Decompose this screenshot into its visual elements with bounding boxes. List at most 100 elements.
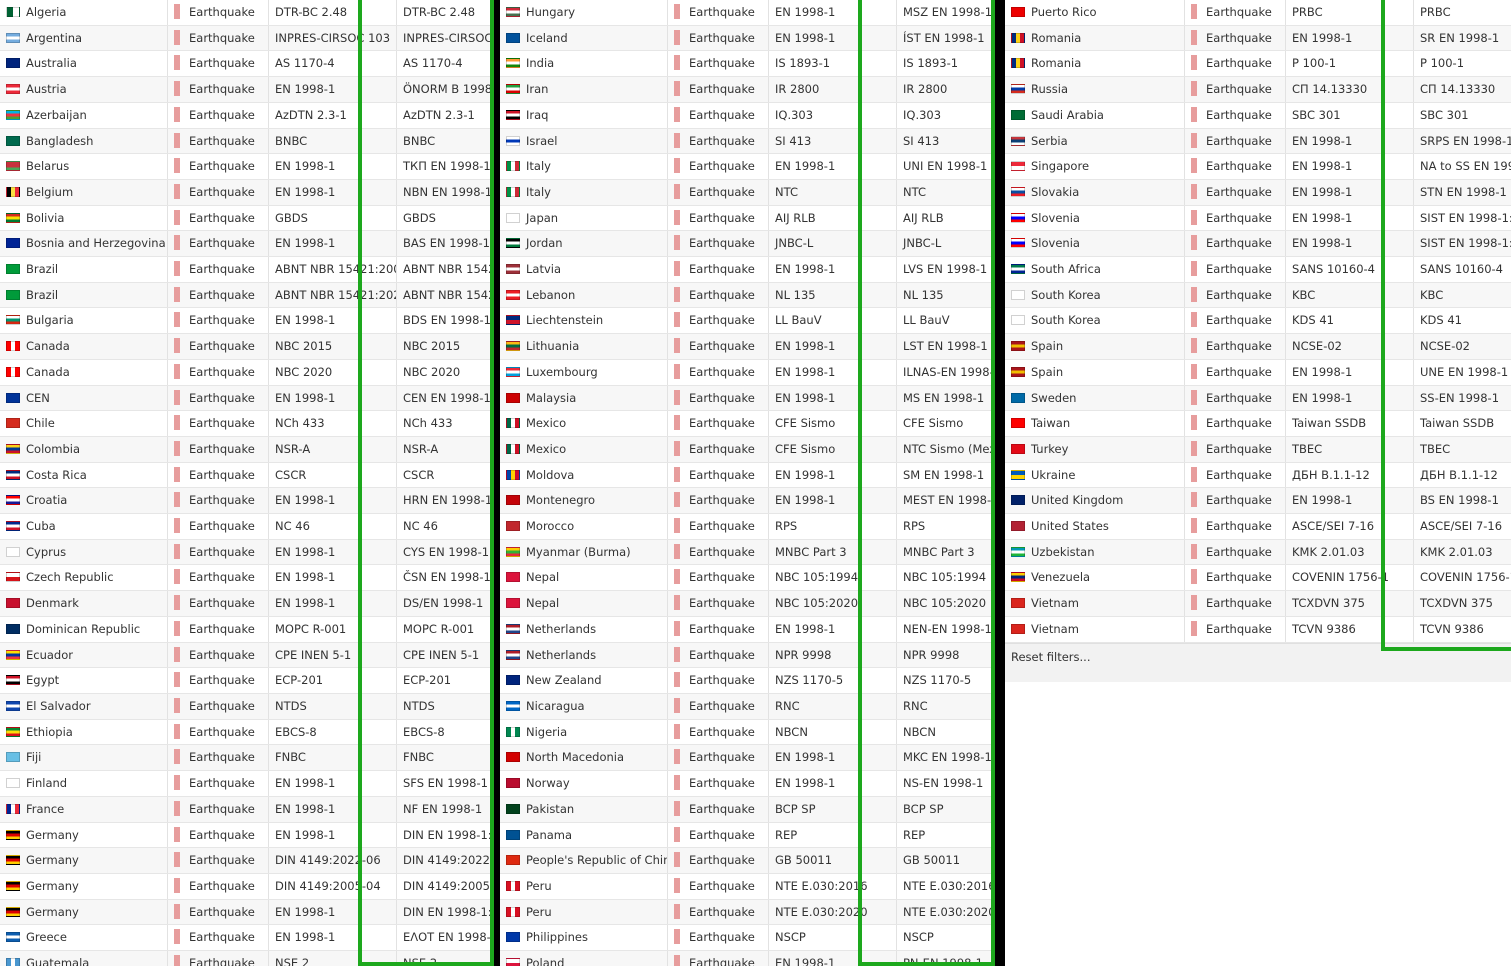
table-row[interactable]: South Africa Earthquake SANS 10160-4 SANS 1… xyxy=(1005,256,1511,283)
table-row[interactable]: Uzbekistan Earthquake KMK 2.01.03 KMK 2.01.… xyxy=(1005,539,1511,566)
table-row[interactable]: Luxembourg Earthquake EN 1998-1 ILNAS-EN 19… xyxy=(500,359,995,386)
table-row[interactable]: Bangladesh Earthquake BNBC BNBC xyxy=(0,128,490,155)
table-row[interactable]: Ukraine Earthquake ДБН В.1.1-12 ДБН В.1.1-1… xyxy=(1005,462,1511,489)
table-row[interactable]: Mexico Earthquake CFE Sismo CFE Sismo xyxy=(500,410,995,437)
table-row[interactable]: Myanmar (Burma) Earthquake MNBC Part 3 MNBC… xyxy=(500,539,995,566)
table-row[interactable]: Vietnam Earthquake TCXDVN 375 TCXDVN 375 xyxy=(1005,590,1511,617)
table-row[interactable]: Slovakia Earthquake EN 1998-1 STN EN 1998-1 xyxy=(1005,179,1511,206)
table-row[interactable]: Germany Earthquake EN 1998-1 DIN EN 1998-1:… xyxy=(0,822,490,849)
table-row[interactable]: North Macedonia Earthquake EN 1998-1 MKC EN… xyxy=(500,744,995,772)
table-row[interactable]: Canada Earthquake NBC 2015 NBC 2015 xyxy=(0,333,490,360)
table-row[interactable]: Pakistan Earthquake BCP SP BCP SP xyxy=(500,796,995,823)
table-row[interactable]: Peru Earthquake NTE E.030:2016 NTE E.030:20… xyxy=(500,873,995,900)
table-row[interactable]: New Zealand Earthquake NZS 1170-5 NZS 1170-… xyxy=(500,667,995,694)
table-row[interactable]: Japan Earthquake AIJ RLB AIJ RLB xyxy=(500,205,995,232)
table-row[interactable]: Romania Earthquake EN 1998-1 SR EN 1998-1 xyxy=(1005,25,1511,52)
table-row[interactable]: Nepal Earthquake NBC 105:1994 NBC 105:1994 xyxy=(500,564,995,592)
table-row[interactable]: Iraq Earthquake IQ.303 IQ.303 xyxy=(500,102,995,129)
table-row[interactable]: Lithuania Earthquake EN 1998-1 LST EN 1998-… xyxy=(500,333,995,360)
table-row[interactable]: CEN Earthquake EN 1998-1 CEN EN 1998-1 xyxy=(0,385,490,412)
table-row[interactable]: Nicaragua Earthquake RNC RNC xyxy=(500,693,995,720)
table-row[interactable]: Jordan Earthquake JNBC-L JNBC-L xyxy=(500,230,995,258)
table-row[interactable]: Finland Earthquake EN 1998-1 SFS EN 1998-1 xyxy=(0,770,490,797)
table-row[interactable]: Colombia Earthquake NSR-A NSR-A xyxy=(0,436,490,463)
table-row[interactable]: India Earthquake IS 1893-1 IS 1893-1 xyxy=(500,50,995,78)
table-row[interactable]: Denmark Earthquake EN 1998-1 DS/EN 1998-1 xyxy=(0,590,490,617)
table-row[interactable]: Austria Earthquake EN 1998-1ÖNORM B 1998-1 xyxy=(0,76,490,103)
table-row[interactable]: Bosnia and Herzegovina Earthquake EN 1998-… xyxy=(0,230,490,258)
table-row[interactable]: Norway Earthquake EN 1998-1 NS-EN 1998-1 xyxy=(500,770,995,797)
table-row[interactable]: Spain Earthquake NCSE-02 NCSE-02 xyxy=(1005,333,1511,360)
table-row[interactable]: Belgium Earthquake EN 1998-1 NBN EN 1998-1 xyxy=(0,179,490,206)
table-row[interactable]: People's Republic of China Earthquake GB 5… xyxy=(500,847,995,874)
table-row[interactable]: Spain Earthquake EN 1998-1 UNE EN 1998-1 xyxy=(1005,359,1511,386)
table-row[interactable]: Cyprus Earthquake EN 1998-1 CYS EN 1998-1 xyxy=(0,539,490,566)
table-row[interactable]: Bolivia Earthquake GBDS GBDS xyxy=(0,205,490,232)
table-row[interactable]: Singapore Earthquake EN 1998-1 NA to SS EN … xyxy=(1005,153,1511,180)
table-row[interactable]: Turkey Earthquake TBEC TBEC xyxy=(1005,436,1511,463)
table-row[interactable]: Romania Earthquake P 100-1 P 100-1 xyxy=(1005,50,1511,78)
table-row[interactable]: Italy Earthquake NTC NTC xyxy=(500,179,995,206)
table-row[interactable]: Israel Earthquake SI 413 SI 413 xyxy=(500,128,995,155)
table-row[interactable]: Nigeria Earthquake NBCN NBCN xyxy=(500,719,995,746)
table-row[interactable]: Malaysia Earthquake EN 1998-1 MS EN 1998-1 xyxy=(500,385,995,412)
table-row[interactable]: El Salvador Earthquake NTDS NTDS xyxy=(0,693,490,720)
table-row[interactable]: Germany Earthquake DIN 4149:2022-06 DIN 414… xyxy=(0,847,490,874)
table-row[interactable]: Nepal Earthquake NBC 105:2020 NBC 105:2020 xyxy=(500,590,995,617)
table-row[interactable]: Iceland Earthquake EN 1998-1 ÍST EN 1998-1 xyxy=(500,25,995,52)
table-row[interactable]: Venezuela Earthquake COVENIN 1756-1 COVENIN… xyxy=(1005,564,1511,592)
table-row[interactable]: Germany Earthquake EN 1998-1 DIN EN 1998-1:… xyxy=(0,899,490,926)
table-row[interactable]: Argentina Earthquake INPRES-CIRSOC 103 INPR… xyxy=(0,25,490,52)
table-row[interactable]: Montenegro Earthquake EN 1998-1 MEST EN 199… xyxy=(500,487,995,515)
table-row[interactable]: Italy Earthquake EN 1998-1 UNI EN 1998-1 xyxy=(500,153,995,180)
table-row[interactable]: Moldova Earthquake EN 1998-1 SM EN 1998-1 xyxy=(500,462,995,489)
table-row[interactable]: Egypt Earthquake ECP-201 ECP-201 xyxy=(0,667,490,694)
table-row[interactable]: Peru Earthquake NTE E.030:2020 NTE E.030:20… xyxy=(500,899,995,926)
table-row[interactable]: Mexico Earthquake CFE SismoNTC Sismo (Mexi… xyxy=(500,436,995,463)
table-row[interactable]: Cuba Earthquake NC 46 NC 46 xyxy=(0,513,490,540)
table-row[interactable]: Saudi Arabia Earthquake SBC 301 SBC 301 xyxy=(1005,102,1511,129)
table-row[interactable]: Liechtenstein Earthquake LL BauV LL BauV xyxy=(500,307,995,335)
table-row[interactable]: Netherlands Earthquake EN 1998-1 NEN-EN 199… xyxy=(500,616,995,643)
table-row[interactable]: Vietnam Earthquake TCVN 9386 TCVN 9386 xyxy=(1005,616,1511,643)
table-row[interactable]: Azerbaijan Earthquake AzDTN 2.3-1 AzDTN 2.3… xyxy=(0,102,490,129)
table-row[interactable]: Germany Earthquake DIN 4149:2005-04 DIN 414… xyxy=(0,873,490,900)
table-row[interactable]: Canada Earthquake NBC 2020 NBC 2020 xyxy=(0,359,490,386)
table-row[interactable]: Philippines Earthquake NSCP NSCP xyxy=(500,924,995,952)
table-row[interactable]: Greece Earthquake EN 1998-1 ΕΛΟΤ EN 1998-1 xyxy=(0,924,490,952)
table-row[interactable]: Sweden Earthquake EN 1998-1 SS-EN 1998-1 xyxy=(1005,385,1511,412)
reset-filters-button[interactable]: Reset filters... xyxy=(1005,642,1511,670)
table-row[interactable]: Latvia Earthquake EN 1998-1 LVS EN 1998-1 xyxy=(500,256,995,283)
table-row[interactable]: Bulgaria Earthquake EN 1998-1 BDS EN 1998-1 xyxy=(0,307,490,335)
table-row[interactable]: Guatemala Earthquake NSE 2 NSE 2 xyxy=(0,950,490,966)
table-row[interactable]: Morocco Earthquake RPS RPS xyxy=(500,513,995,540)
table-row[interactable]: Taiwan Earthquake Taiwan SSDB Taiwan SSDB xyxy=(1005,410,1511,437)
table-row[interactable]: Hungary Earthquake EN 1998-1 MSZ EN 1998-1 xyxy=(500,0,995,26)
table-row[interactable]: Panama Earthquake REP REP xyxy=(500,822,995,849)
table-row[interactable]: Poland Earthquake EN 1998-1 PN-EN 1998-1 xyxy=(500,950,995,966)
table-row[interactable]: Netherlands Earthquake NPR 9998 NPR 9998 xyxy=(500,642,995,669)
table-row[interactable]: France Earthquake EN 1998-1 NF EN 1998-1 xyxy=(0,796,490,823)
table-row[interactable]: United Kingdom Earthquake EN 1998-1 BS EN 1… xyxy=(1005,487,1511,515)
table-row[interactable]: Czech Republic Earthquake EN 1998-1 ČSN EN … xyxy=(0,564,490,592)
table-row[interactable]: Costa Rica Earthquake CSCR CSCR xyxy=(0,462,490,489)
table-row[interactable]: Algeria Earthquake DTR-BC 2.48 DTR-BC 2.48 xyxy=(0,0,490,26)
table-row[interactable]: Fiji Earthquake FNBC FNBC xyxy=(0,744,490,772)
table-row[interactable]: Ethiopia Earthquake EBCS-8 EBCS-8 xyxy=(0,719,490,746)
table-row[interactable]: Slovenia Earthquake EN 1998-1 SIST EN 1998-… xyxy=(1005,205,1511,232)
table-row[interactable]: Belarus Earthquake EN 1998-1 ТКП EN 1998-1 xyxy=(0,153,490,180)
table-row[interactable]: South Korea Earthquake KBC KBC xyxy=(1005,282,1511,309)
table-row[interactable]: Slovenia Earthquake EN 1998-1 SIST EN 1998-… xyxy=(1005,230,1511,258)
table-row[interactable]: Iran Earthquake IR 2800 IR 2800 xyxy=(500,76,995,103)
table-row[interactable]: Chile Earthquake NCh 433 NCh 433 xyxy=(0,410,490,437)
table-row[interactable]: South Korea Earthquake KDS 41 KDS 41 xyxy=(1005,307,1511,335)
table-row[interactable]: Australia Earthquake AS 1170-4 AS 1170-4 xyxy=(0,50,490,78)
table-row[interactable]: Ecuador Earthquake CPE INEN 5-1 CPE INEN 5-… xyxy=(0,642,490,669)
table-row[interactable]: Brazil Earthquake ABNT NBR 15421:2023 ABNT … xyxy=(0,282,490,309)
table-row[interactable]: Puerto Rico Earthquake PRBC PRBC xyxy=(1005,0,1511,26)
table-row[interactable]: Dominican Republic Earthquake MOPC R-001 MO… xyxy=(0,616,490,643)
table-row[interactable]: Serbia Earthquake EN 1998-1 SRPS EN 1998-1 xyxy=(1005,128,1511,155)
table-row[interactable]: Brazil Earthquake ABNT NBR 15421:2006 ABNT … xyxy=(0,256,490,283)
table-row[interactable]: Lebanon Earthquake NL 135 NL 135 xyxy=(500,282,995,309)
table-row[interactable]: United States Earthquake ASCE/SEI 7-16 ASCE… xyxy=(1005,513,1511,540)
